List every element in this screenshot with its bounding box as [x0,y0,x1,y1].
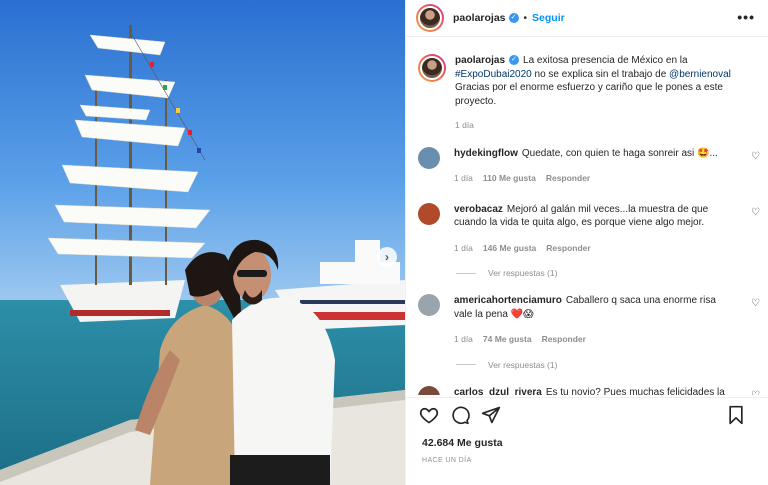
hashtag-link[interactable]: #ExpoDubai2020 [455,69,532,80]
verified-badge-icon: ✓ [509,55,520,66]
caption-avatar[interactable] [418,54,446,82]
view-replies-label[interactable]: Ver respuestas (1) [488,360,557,370]
comment-item: americahortenciamuro Caballero q saca una… [406,294,768,347]
separator-dot: • [523,12,528,24]
caption-text-part: Gracias por el enorme esfuerzo y cariño … [455,82,723,107]
commenter-username[interactable]: carlos_dzul_rivera [454,387,542,396]
like-comment-heart-icon[interactable]: ♡ [751,298,760,309]
comment-time: 1 día [454,334,473,344]
commenter-username[interactable]: americahortenciamuro [454,295,562,306]
caption-text-part: La exitosa presencia de México en la [523,55,688,66]
post-sidebar: paolarojas ✓ • Seguir ••• paolarojas ✓ La … [405,0,768,485]
post-actions-bar [406,397,768,431]
post-likes-count[interactable]: 42.684 Me gusta [422,437,503,449]
commenter-avatar[interactable] [418,146,440,169]
post-photo[interactable]: › [0,0,405,485]
commenter-username[interactable]: hydekingflow [454,148,518,159]
mention-link[interactable]: @bernienoval [669,69,731,80]
comment-likes[interactable]: 110 Me gusta [483,173,536,183]
view-replies-button[interactable]: Ver respuestas (1) [456,268,768,278]
caption-username[interactable]: paolarojas [455,55,505,66]
reply-button[interactable]: Responder [546,243,590,253]
comment-text: Es tu novio? Pues muchas felicidades la [545,386,725,396]
share-paper-plane-icon[interactable] [480,404,502,426]
reply-button[interactable]: Responder [546,173,590,183]
author-username[interactable]: paolarojas [453,12,506,24]
like-comment-heart-icon[interactable]: ♡ [751,390,760,396]
like-comment-heart-icon[interactable]: ♡ [751,151,760,162]
more-options-icon[interactable]: ••• [737,9,755,25]
save-bookmark-icon[interactable] [725,404,747,426]
comment-text: Quedate, con quien te haga sonreir asi 🤩… [521,147,718,159]
comment-item: verobacaz Mejoró al galán mil veces...la … [406,202,768,256]
view-replies-label[interactable]: Ver respuestas (1) [488,268,557,278]
comment-likes[interactable]: 74 Me gusta [483,334,532,344]
post-timestamp: HACE UN DÍA [422,457,472,464]
comment-item: hydekingflow Quedate, con quien te haga s… [406,146,768,186]
comments-list[interactable]: paolarojas ✓ La exitosa presencia de Méxic… [406,38,768,395]
comment-time: 1 día [454,242,473,253]
commenter-username[interactable]: verobacaz [454,204,503,215]
follow-button[interactable]: Seguir [532,12,565,24]
comment-likes[interactable]: 146 Me gusta [483,243,536,253]
like-comment-heart-icon[interactable]: ♡ [751,207,760,218]
comment-item: carlos_dzul_rivera Es tu novio? Pues much… [406,385,768,396]
instagram-post: › paolarojas ✓ • Seguir ••• paolarojas ✓ L… [0,0,768,485]
post-header: paolarojas ✓ • Seguir ••• [406,0,768,37]
caption-time: 1 día [455,120,474,130]
like-heart-icon[interactable] [418,404,440,426]
view-replies-button[interactable]: Ver respuestas (1) [456,360,768,370]
commenter-avatar[interactable] [418,294,440,316]
commenter-avatar[interactable] [418,202,440,225]
next-photo-button[interactable]: › [377,247,397,267]
post-photo-illustration [0,0,405,485]
comment-time: 1 día [454,173,473,183]
caption-text-part: no se explica sin el trabajo de [531,68,670,80]
commenter-avatar[interactable] [418,385,440,395]
replies-line [456,272,476,274]
verified-badge-icon: ✓ [508,13,519,23]
caption-text: paolarojas ✓ La exitosa presencia de Méxic… [455,54,756,108]
author-avatar[interactable] [416,4,444,32]
comment-bubble-icon[interactable] [449,404,471,426]
replies-line [456,364,476,365]
post-caption: paolarojas ✓ La exitosa presencia de Méxic… [406,38,768,133]
reply-button[interactable]: Responder [542,334,586,344]
